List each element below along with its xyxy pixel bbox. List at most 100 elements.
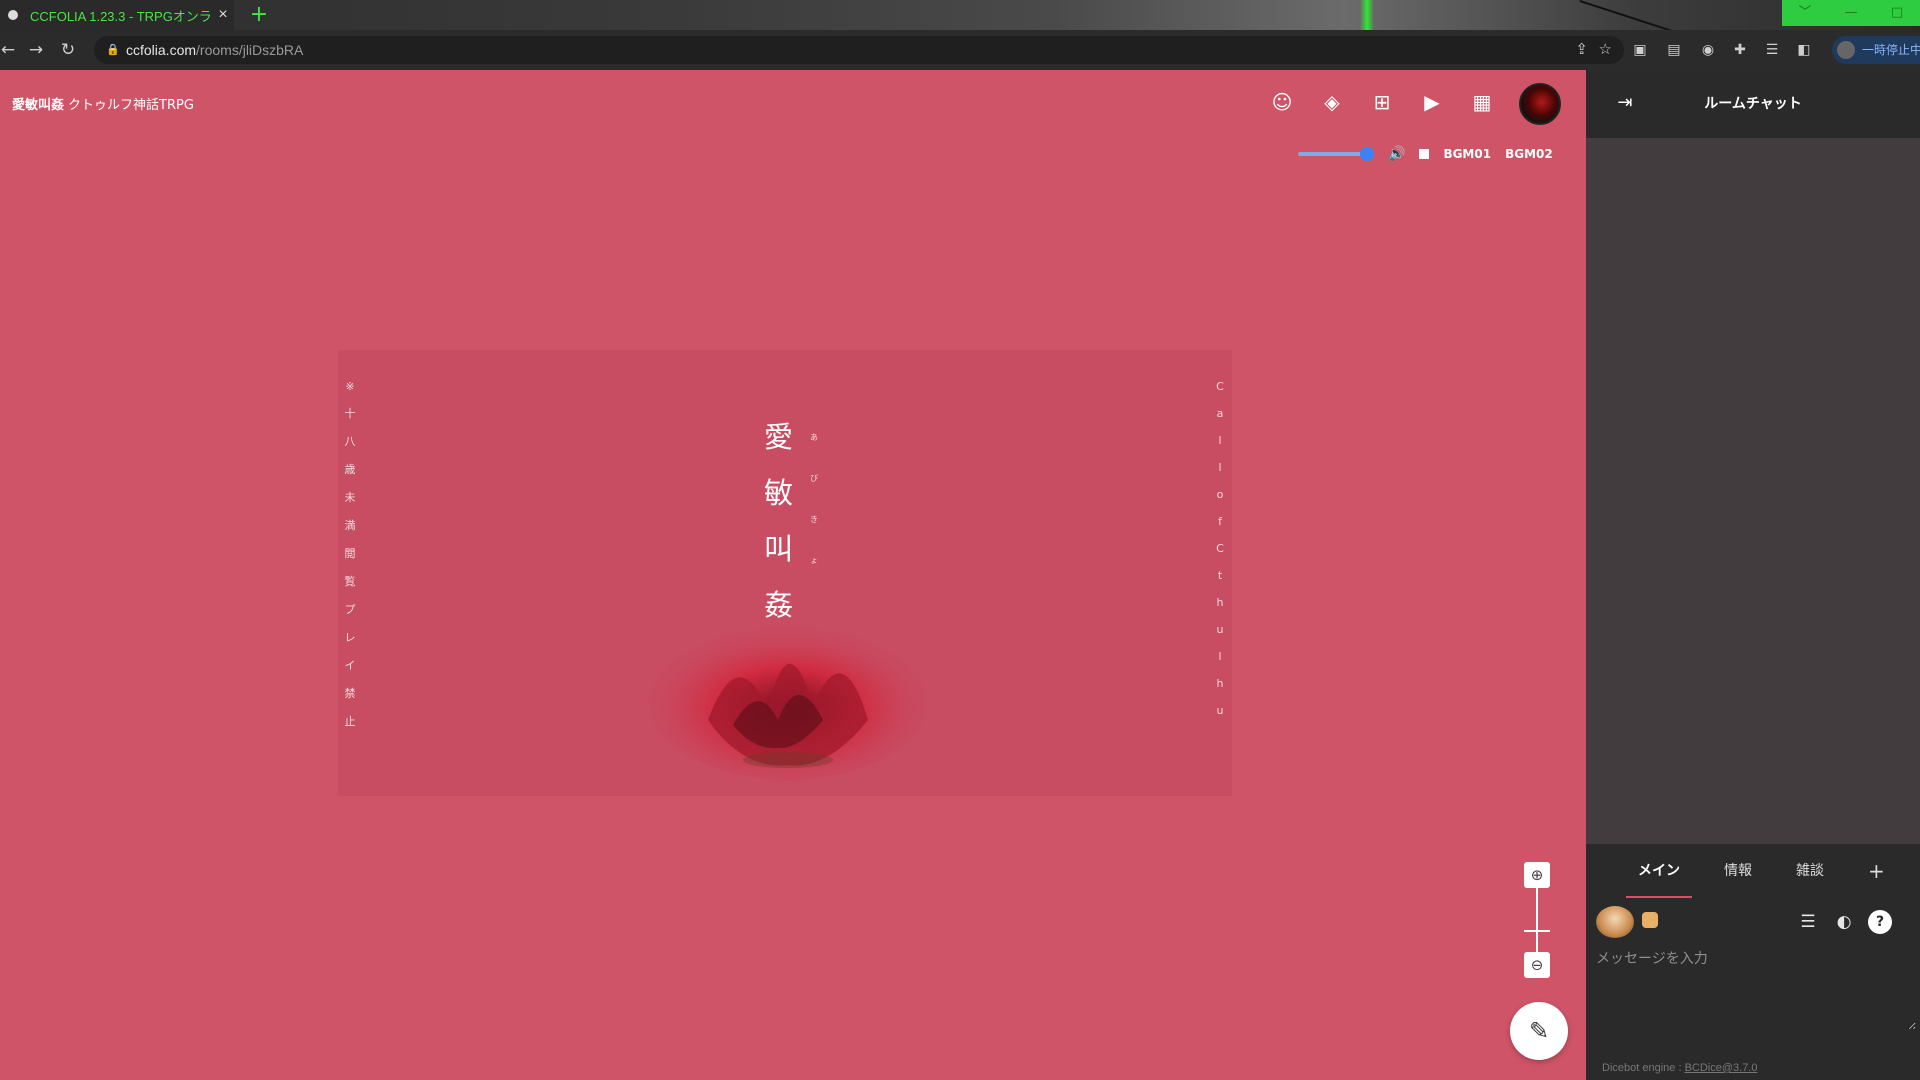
- stage-title: 愛敏叫姦: [764, 414, 793, 624]
- stage-title-char: 敏: [764, 476, 794, 510]
- new-tab-button[interactable]: +: [246, 2, 272, 28]
- ccfolia-app: 愛敏叫姦 クトゥルフ神話TRPG ☺ ◈ ⊞ ▶ ▦ 🔊 BGM01 BGM02 …: [0, 70, 1920, 1080]
- url-host: ccfolia.com: [126, 42, 197, 58]
- chat-composer: メイン 情報 雑談 + ☰ ◐ ? Dicebot engine : BCDic…: [1586, 844, 1920, 1080]
- palette-icon[interactable]: ◐: [1832, 910, 1856, 934]
- room-subtitle: クトゥルフ神話TRPG: [68, 98, 194, 113]
- minimize-button[interactable]: —: [1828, 0, 1874, 26]
- stage-ruby-char: き: [810, 515, 818, 524]
- maximize-button[interactable]: □: [1874, 0, 1920, 26]
- reading-list-icon[interactable]: ☰: [1764, 42, 1780, 58]
- stage-right-char: l: [1218, 650, 1222, 663]
- lock-icon: 🔒: [106, 44, 120, 56]
- user-avatar[interactable]: [1519, 83, 1561, 125]
- stage-right-vertical-text: Ca l l o f Ct h u l h u: [1208, 380, 1232, 717]
- browser-tab-bar: CCFOLIA 1.23.3 - TRPGオンライン × + ﹀ — □: [0, 0, 1920, 46]
- character-icon[interactable]: ☺: [1268, 88, 1296, 116]
- zoom-in-icon[interactable]: ⊕: [1524, 862, 1550, 888]
- stage-right-char: C: [1216, 542, 1224, 555]
- add-tab-button[interactable]: +: [1856, 844, 1897, 898]
- decorative-streak: [1360, 0, 1374, 30]
- dicebot-label: Dicebot engine :: [1602, 1062, 1682, 1074]
- side-panel-icon[interactable]: ◧: [1796, 42, 1812, 58]
- stage-title-ruby: あびきょ: [810, 432, 818, 566]
- address-bar[interactable]: 🔒 ccfolia.com/rooms/jliDszbRA ⇪ ☆: [94, 36, 1624, 64]
- profile-paused-button[interactable]: 一時停止中: [1832, 36, 1920, 64]
- stage-left-char: レ: [344, 631, 356, 644]
- room-title[interactable]: 愛敏叫姦 クトゥルフ神話TRPG: [12, 94, 194, 113]
- screen-video-icon[interactable]: ▶: [1418, 88, 1446, 116]
- window-controls: ﹀ — □: [1782, 0, 1920, 26]
- stage-left-char: イ: [344, 659, 356, 672]
- puzzle-extensions-icon[interactable]: ✚: [1732, 42, 1748, 58]
- stage-left-char: 閲: [344, 547, 356, 560]
- room-toolbar: ☺ ◈ ⊞ ▶ ▦: [1268, 88, 1496, 116]
- stage-right-char: u: [1216, 704, 1224, 717]
- stage-left-char: 満: [344, 519, 356, 532]
- stage-right-char: f: [1218, 515, 1222, 528]
- list-icon[interactable]: ☰: [1796, 910, 1820, 934]
- edit-pencil-button[interactable]: ✎: [1510, 1002, 1568, 1060]
- add-panel-icon[interactable]: ⊞: [1368, 88, 1396, 116]
- tab-info[interactable]: 情報: [1712, 844, 1764, 898]
- stage-left-char: 止: [344, 715, 356, 728]
- stage-left-char: 覧: [344, 575, 356, 588]
- help-icon[interactable]: ?: [1868, 910, 1892, 934]
- browser-tab[interactable]: CCFOLIA 1.23.3 - TRPGオンライン ×: [0, 0, 234, 30]
- room-name: 愛敏叫姦: [12, 98, 65, 113]
- stage-right-char: l: [1218, 434, 1222, 447]
- stage-ruby-char: あ: [810, 433, 818, 442]
- layers-icon[interactable]: ◈: [1318, 88, 1346, 116]
- zoom-slider-thumb[interactable]: [1524, 930, 1550, 932]
- stage-left-char: 十: [344, 407, 356, 420]
- url-path: /rooms/jliDszbRA: [196, 42, 304, 58]
- tab-chat[interactable]: 雑談: [1784, 844, 1836, 898]
- dicebot-info: Dicebot engine : BCDice@3.7.0: [1602, 1062, 1757, 1074]
- reload-icon[interactable]: ↻: [56, 38, 80, 62]
- chat-tabs: メイン 情報 雑談 +: [1626, 844, 1897, 898]
- stage-right-char: l: [1218, 461, 1222, 474]
- bookmark-star-icon[interactable]: ☆: [1599, 36, 1612, 64]
- stage-right-char: h: [1216, 596, 1224, 609]
- zoom-track[interactable]: [1536, 888, 1538, 952]
- forward-arrow-icon[interactable]: →: [24, 38, 48, 62]
- collapse-panel-icon[interactable]: ⇥: [1612, 90, 1638, 116]
- extension-icon[interactable]: ▤: [1666, 42, 1682, 58]
- close-tab-icon[interactable]: ×: [212, 6, 234, 24]
- stage-left-char: 八: [344, 435, 356, 448]
- stop-icon[interactable]: [1419, 149, 1430, 159]
- browser-tab-title: CCFOLIA 1.23.3 - TRPGオンライン: [30, 8, 212, 24]
- stage-right-char: o: [1216, 488, 1224, 501]
- flower-illustration: [648, 620, 928, 780]
- scene-icon[interactable]: ▦: [1468, 88, 1496, 116]
- stage-left-char: プ: [344, 603, 356, 616]
- volume-icon[interactable]: 🔊: [1388, 146, 1405, 162]
- character-avatar[interactable]: [1596, 906, 1634, 938]
- bgm01-button[interactable]: BGM01: [1443, 147, 1491, 161]
- stage-title-char: 愛: [764, 420, 794, 454]
- extension-icon[interactable]: ▣: [1632, 42, 1648, 58]
- share-icon[interactable]: ⇪: [1575, 36, 1588, 64]
- stage-right-char: h: [1216, 677, 1224, 690]
- dicebot-link[interactable]: BCDice@3.7.0: [1685, 1062, 1758, 1074]
- chat-header: ルームチャット ⇥: [1586, 70, 1920, 138]
- tab-main[interactable]: メイン: [1626, 844, 1692, 898]
- foreground-stage-image: ※ 十八歳未満閲覧プレイ禁止 Ca l l o f Ct h u l h u 愛敏叫姦 あびきょ: [338, 350, 1232, 796]
- favicon-icon: [8, 10, 18, 20]
- extension-icon[interactable]: ◉: [1700, 42, 1716, 58]
- profile-avatar: [1837, 41, 1855, 59]
- bgm02-button[interactable]: BGM02: [1505, 147, 1553, 161]
- tab-search-button[interactable]: ﹀: [1782, 0, 1828, 26]
- stage-ruby-char: ょ: [810, 556, 818, 565]
- stage-right-char: t: [1217, 569, 1223, 582]
- stage-ruby-char: び: [810, 474, 818, 483]
- stage-title-char: 叫: [764, 532, 794, 566]
- character-small-icon[interactable]: [1642, 912, 1658, 928]
- back-arrow-icon[interactable]: ←: [0, 38, 20, 62]
- volume-slider[interactable]: [1298, 147, 1374, 161]
- message-input[interactable]: [1594, 946, 1916, 1030]
- volume-slider-knob[interactable]: [1360, 147, 1374, 161]
- zoom-out-icon[interactable]: ⊖: [1524, 952, 1550, 978]
- stage-left-char: 歳: [344, 463, 356, 476]
- game-board[interactable]: 愛敏叫姦 クトゥルフ神話TRPG ☺ ◈ ⊞ ▶ ▦ 🔊 BGM01 BGM02 …: [0, 70, 1586, 1080]
